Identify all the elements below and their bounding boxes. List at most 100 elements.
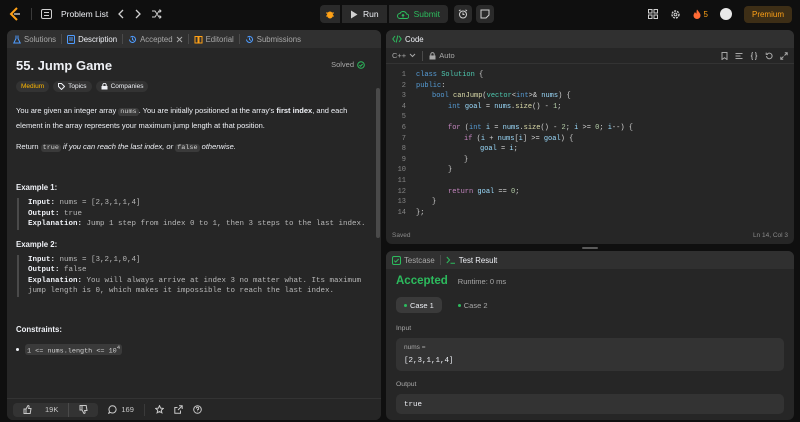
tab-editorial[interactable]: Editorial [194,35,234,44]
verdict: Accepted Runtime: 0 ms [396,275,784,287]
star-icon[interactable] [154,405,164,414]
submit-button[interactable]: Submit [388,5,449,23]
input-name: nums = [404,344,426,351]
text: You are given an integer array [16,106,119,115]
comments-button[interactable]: 169 [108,405,134,414]
align-left-icon[interactable] [735,52,743,60]
italic-text: if you can reach the last index, or [60,142,176,151]
tab-code[interactable]: Code [392,35,424,44]
tab-submissions[interactable]: Submissions [245,35,301,44]
inline-code: false [175,144,200,152]
tab-solutions[interactable]: Solutions [13,35,56,44]
tab-testcase[interactable]: Testcase [392,255,435,265]
line-number: 2 [401,81,406,90]
code-line: return goal == 0; [448,187,520,196]
italic-text: otherwise. [199,142,236,151]
constraint-text: 1 <= nums.length <= 10 [27,346,117,355]
divider [187,34,189,44]
streak-counter[interactable]: 5 [693,9,708,19]
line-number: 12 [397,187,406,196]
divider [422,50,424,61]
line-number: 4 [401,102,406,111]
text: . You are initially positioned at the ar… [138,106,277,115]
comment-count: 169 [121,405,134,414]
chevron-left-icon[interactable] [117,9,125,19]
output-label: Output [396,381,417,388]
scrollbar[interactable] [376,88,380,238]
code-line: } [448,166,453,175]
output-box: true [396,394,784,414]
braces-icon[interactable] [750,51,758,60]
problem-list-link[interactable]: Problem List [61,9,108,19]
case-1-tab[interactable]: Case 1 [396,297,442,313]
leetcode-logo-icon[interactable] [8,6,22,22]
tab-test-result[interactable]: Test Result [446,256,497,265]
reset-icon[interactable] [765,52,773,60]
companies-button[interactable]: Companies [95,81,149,92]
expand-icon[interactable] [780,51,788,60]
label: Output: [28,209,60,218]
topics-button[interactable]: Topics [53,81,92,92]
constraint-code: 1 <= nums.length <= 104 [25,343,123,355]
tab-editorial-label: Editorial [205,34,234,44]
code-tools [721,51,788,60]
gear-icon[interactable] [670,9,681,20]
value: true [59,209,83,218]
example-1-block: Input: nums = [2,3,1,1,4] Output: true E… [17,198,372,230]
code-toolbar: C++ Auto [386,48,794,64]
example-2-explanation: Explanation: You will always arrive at i… [28,276,372,297]
description-paragraph-1: You are given an integer array nums. You… [16,104,372,132]
bold-text: first index [276,106,313,115]
help-icon[interactable] [193,405,202,414]
output-value: true [404,401,423,409]
case-2-label: Case 2 [463,300,488,310]
code-panel-header: Code [386,30,794,48]
code-editor[interactable]: 1 2 3 4 5 6 7 8 9 10 11 12 13 14 class Solution { pub… [386,64,794,232]
code-line: bool canJump(vector<int>& nums) { [432,92,571,101]
avatar[interactable] [719,8,732,20]
check-circle-icon [357,60,365,69]
alarm-clock-icon [458,9,468,19]
timer-button[interactable] [454,5,473,23]
description-footer: 19K 169 [7,398,381,420]
difficulty-badge: Medium [16,81,50,92]
case-2-tab[interactable]: Case 2 [450,297,496,313]
line-number: 3 [401,92,406,101]
notes-button[interactable] [476,5,495,23]
debug-button[interactable] [320,5,340,23]
share-icon[interactable] [174,405,183,414]
language-select[interactable]: C++ [392,51,416,60]
tab-description[interactable]: Description [67,34,118,44]
runtime-label: Runtime: 0 ms [457,276,507,286]
code-line: for (int i = nums.size() - 2; i >= 0; i-… [448,123,633,132]
close-icon[interactable] [176,36,183,43]
tab-accepted[interactable]: Accepted [128,35,183,44]
example-2-input: Input: nums = [3,2,1,0,4] [28,255,372,266]
code-line: public: [416,81,446,90]
result-content: Accepted Runtime: 0 ms Case 1 Case 2 Inp… [386,269,794,420]
tab-description-label: Description [78,34,118,44]
problem-list-icon[interactable] [41,9,52,19]
tab-accepted-label: Accepted [140,34,173,44]
code-panel-title: Code [405,34,424,44]
chevron-right-icon[interactable] [134,9,142,19]
shuffle-icon[interactable] [151,9,162,19]
companies-label: Companies [110,83,144,90]
layout-grid-icon[interactable] [647,9,658,19]
description-paragraph-2: Return true if you can reach the last in… [16,140,372,155]
line-number: 8 [401,145,406,154]
run-button[interactable]: Run [342,5,387,23]
code-content[interactable]: class Solution { public: bool canJump(ve… [416,70,633,218]
panel-resize-handle[interactable] [582,247,598,249]
code-line: goal = i; [480,145,518,154]
description-panel: Solutions Description Accepted Editorial… [7,30,381,420]
auto-mode-toggle[interactable]: Auto [429,51,455,60]
line-number: 7 [401,134,406,143]
bookmark-icon[interactable] [721,51,728,60]
premium-button[interactable]: Premium [743,5,792,23]
divider [238,34,240,44]
divider [31,8,32,20]
dislike-button[interactable] [68,402,98,417]
tab-solutions-label: Solutions [24,34,57,44]
like-button[interactable]: 19K [13,405,68,414]
